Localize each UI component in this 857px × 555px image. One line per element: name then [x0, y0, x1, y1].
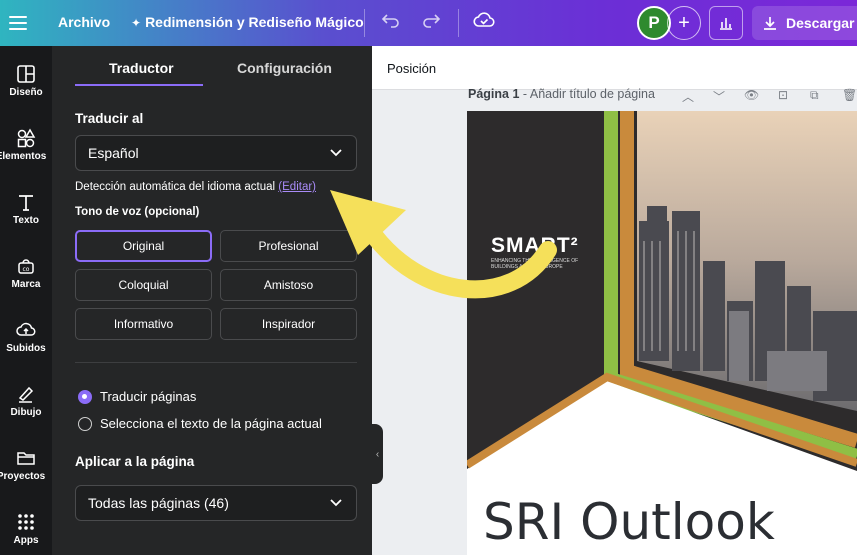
active-tab-indicator — [75, 84, 203, 86]
tab-settings[interactable]: Configuración — [237, 60, 332, 76]
sparkle-icon: ✦ — [131, 16, 142, 30]
rail-item-draw[interactable]: Dibujo — [0, 384, 52, 444]
radio-label: Traducir páginas — [100, 389, 197, 404]
radio-button[interactable] — [78, 416, 92, 431]
rail-label: Dibujo — [10, 407, 42, 418]
rail-item-design[interactable]: Diseño — [0, 64, 52, 124]
layout-icon — [17, 65, 35, 83]
rail-label: Apps — [13, 535, 39, 546]
insights-button[interactable] — [709, 6, 743, 40]
file-menu[interactable]: Archivo — [58, 14, 110, 30]
duplicate-page-icon[interactable]: ⧉ — [810, 88, 819, 103]
radio-translate-pages[interactable]: Traducir páginas — [78, 389, 196, 404]
chevron-down-icon[interactable]: ﹀ — [713, 88, 725, 105]
folder-icon — [17, 452, 35, 465]
menu-icon[interactable] — [9, 12, 27, 32]
rail-label: Proyectos — [0, 471, 46, 482]
auto-detect-note: Detección automática del idioma actual (… — [75, 181, 316, 193]
chevron-down-icon — [330, 499, 342, 507]
rail-item-text[interactable]: Texto — [0, 192, 52, 252]
lock-page-icon[interactable]: ⊡ — [778, 88, 788, 102]
hide-page-icon[interactable]: 👁 — [744, 88, 759, 102]
divider — [75, 362, 357, 363]
svg-text:co: co — [23, 266, 30, 273]
tone-inspiring-button[interactable]: Inspirador — [220, 308, 357, 340]
download-label: Descargar — [786, 15, 855, 31]
page-header: Página 1 - Añadir título de página — [468, 87, 655, 101]
delete-page-icon[interactable]: 🗑 — [842, 88, 857, 102]
bar-chart-icon — [720, 18, 732, 30]
tone-original-button[interactable]: Original — [75, 230, 212, 262]
rail-label: Marca — [11, 279, 41, 290]
apply-pages-select[interactable]: Todas las páginas (46) — [75, 485, 357, 521]
left-rail: Diseño Elementos Texto co Marca Subidos … — [0, 46, 52, 555]
user-avatar[interactable]: P — [637, 6, 671, 40]
rail-label: Texto — [13, 215, 39, 226]
download-button[interactable]: Descargar — [752, 6, 857, 40]
upload-cloud-icon — [16, 322, 36, 336]
radio-button[interactable] — [78, 389, 92, 404]
rail-item-elements[interactable]: Elementos — [0, 128, 52, 188]
top-bar: Archivo ✦ Redimensión y Rediseño Mágico P… — [0, 0, 857, 46]
redo-icon[interactable] — [421, 10, 441, 36]
pen-icon — [18, 386, 34, 403]
auto-detect-text: Detección automática del idioma actual — [75, 181, 276, 193]
chevron-left-icon: ‹ — [375, 448, 380, 460]
divider — [458, 9, 459, 37]
divider — [364, 9, 365, 37]
context-toolbar: Posición — [372, 46, 857, 90]
download-icon — [764, 17, 776, 30]
page-title-input[interactable]: - Añadir título de página — [523, 87, 655, 101]
rail-label: Subidos — [6, 343, 46, 354]
chevron-up-icon[interactable]: ︿ — [682, 88, 694, 105]
rail-label: Elementos — [0, 151, 47, 162]
slide-title[interactable]: SRI Outlook — [483, 493, 775, 551]
language-value: Español — [88, 145, 139, 161]
radio-label: Selecciona el texto de la página actual — [100, 416, 322, 431]
chevron-down-icon — [330, 149, 342, 157]
shapes-icon — [17, 128, 36, 148]
brand-icon: co — [18, 259, 34, 274]
apps-grid-icon — [18, 514, 34, 530]
apply-pages-value: Todas las páginas (46) — [88, 495, 229, 511]
tone-label: Tono de voz (opcional) — [75, 206, 200, 218]
collapse-panel-handle[interactable]: ‹ — [372, 424, 383, 484]
magic-resize-button[interactable]: ✦ Redimensión y Rediseño Mágico — [131, 14, 364, 30]
cloud-saved-icon[interactable] — [473, 10, 495, 36]
magic-resize-label: Redimensión y Rediseño Mágico — [145, 14, 364, 30]
rail-item-apps[interactable]: Apps — [0, 512, 52, 555]
rail-item-brand[interactable]: co Marca — [0, 256, 52, 316]
tone-informative-button[interactable]: Informativo — [75, 308, 212, 340]
rail-label: Diseño — [9, 87, 43, 98]
tab-translator[interactable]: Traductor — [109, 60, 174, 76]
radio-select-text[interactable]: Selecciona el texto de la página actual — [78, 416, 322, 431]
position-button[interactable]: Posición — [387, 61, 436, 76]
undo-icon[interactable] — [381, 10, 401, 36]
rail-item-projects[interactable]: Proyectos — [0, 448, 52, 508]
add-collaborator-button[interactable]: + — [667, 6, 701, 40]
annotation-arrow — [330, 190, 557, 299]
translate-to-label: Traducir al — [75, 111, 144, 126]
text-icon — [19, 195, 33, 211]
tone-colloquial-button[interactable]: Coloquial — [75, 269, 212, 301]
rail-item-uploads[interactable]: Subidos — [0, 320, 52, 380]
plus-icon: + — [678, 11, 690, 34]
apply-label: Aplicar a la página — [75, 454, 195, 469]
page-number: Página 1 — [468, 87, 520, 101]
